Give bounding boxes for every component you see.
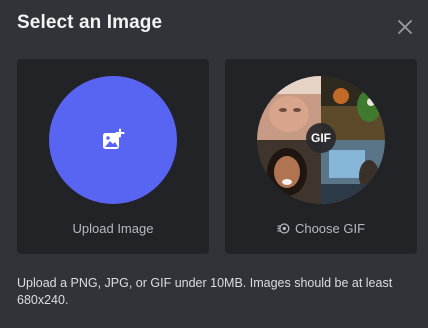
gif-picker-icon [277, 223, 290, 234]
choose-gif-label: Choose GIF [225, 221, 417, 236]
close-button[interactable] [392, 14, 418, 40]
gif-badge: GIF [306, 123, 336, 153]
dialog-title: Select an Image [17, 12, 163, 33]
upload-requirements-text: Upload a PNG, JPG, or GIF under 10MB. Im… [17, 276, 393, 307]
upload-image-circle [49, 76, 177, 204]
upload-image-label: Upload Image [72, 221, 154, 236]
close-icon [398, 20, 412, 34]
upload-image-option[interactable]: Upload Image [17, 59, 209, 254]
image-add-icon [103, 128, 125, 149]
choose-gif-option[interactable]: GIF Choose GIF [225, 59, 417, 254]
